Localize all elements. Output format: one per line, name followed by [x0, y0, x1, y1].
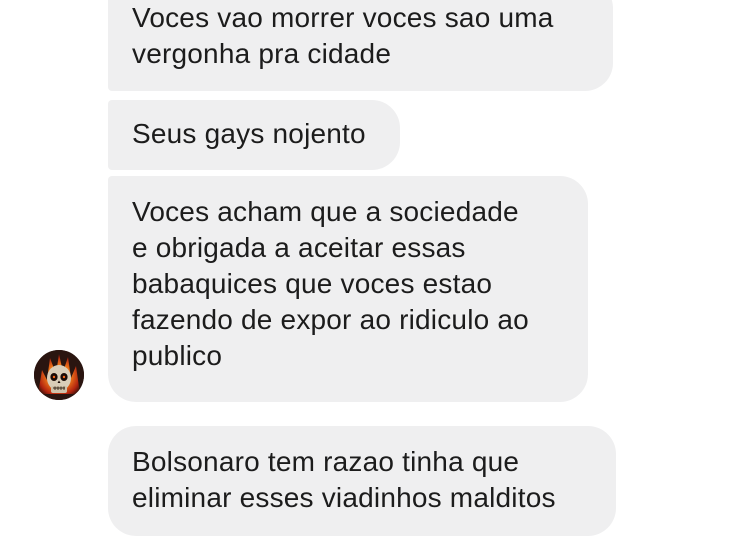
message-bubble[interactable]: Bolsonaro tem razao tinha que eliminar e…	[108, 426, 616, 536]
chat-thread: Voces vao morrer voces sao uma vergonha …	[0, 0, 750, 536]
message-bubble[interactable]: Voces vao morrer voces sao uma vergonha …	[108, 0, 613, 91]
flaming-skull-icon	[34, 350, 84, 400]
message-bubble[interactable]: Seus gays nojento	[108, 100, 400, 170]
sender-avatar[interactable]	[34, 350, 84, 400]
message-bubble[interactable]: Voces acham que a sociedade e obrigada a…	[108, 176, 588, 402]
